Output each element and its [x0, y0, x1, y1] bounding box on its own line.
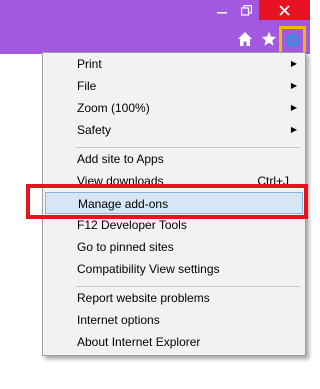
callout-highlight-box	[26, 184, 308, 219]
minimize-icon	[217, 12, 227, 14]
home-button[interactable]	[236, 30, 254, 48]
submenu-arrow-icon: ▶	[290, 125, 297, 134]
menu-item-internet-options[interactable]: Internet options	[45, 309, 303, 331]
restore-icon	[240, 4, 252, 16]
menu-item-add-site-to-apps[interactable]: Add site to Apps	[45, 148, 303, 170]
close-icon	[279, 4, 290, 16]
close-button[interactable]	[259, 0, 310, 20]
menu-item-label: Zoom (100%)	[77, 101, 150, 115]
menu-item-label: Internet options	[77, 313, 160, 327]
submenu-arrow-icon: ▶	[290, 59, 297, 68]
favorites-button[interactable]	[260, 30, 278, 48]
menu-item-label: File	[77, 79, 97, 93]
submenu-arrow-icon: ▶	[290, 81, 297, 90]
menu-item-about-internet-explorer[interactable]: About Internet Explorer	[45, 331, 303, 353]
home-icon	[238, 32, 252, 46]
restore-button[interactable]	[233, 0, 259, 20]
minimize-button[interactable]	[211, 0, 233, 20]
menu-item-go-to-pinned-sites[interactable]: Go to pinned sites	[45, 236, 303, 258]
submenu-arrow-icon: ▶	[290, 103, 297, 112]
star-icon	[261, 31, 277, 46]
menu-item-label: Add site to Apps	[77, 152, 164, 166]
menu-item-compatibility-view-settings[interactable]: Compatibility View settings	[45, 258, 303, 280]
tools-button[interactable]	[279, 26, 306, 55]
menu-item-label: Print	[77, 57, 102, 71]
menu-item-safety[interactable]: Safety ▶	[45, 119, 303, 141]
menu-item-file[interactable]: File ▶	[45, 75, 303, 97]
menu-item-label: Go to pinned sites	[77, 240, 174, 254]
menu-item-label: Safety	[77, 123, 112, 137]
menu-item-zoom[interactable]: Zoom (100%) ▶	[45, 97, 303, 119]
menu-item-label: Report website problems	[77, 291, 210, 305]
menu-item-print[interactable]: Print ▶	[45, 53, 303, 75]
menu-item-label: About Internet Explorer	[77, 335, 201, 349]
menu-item-label: Compatibility View settings	[77, 262, 220, 276]
gear-icon	[284, 32, 301, 49]
menu-item-report-website-problems[interactable]: Report website problems	[45, 287, 303, 309]
